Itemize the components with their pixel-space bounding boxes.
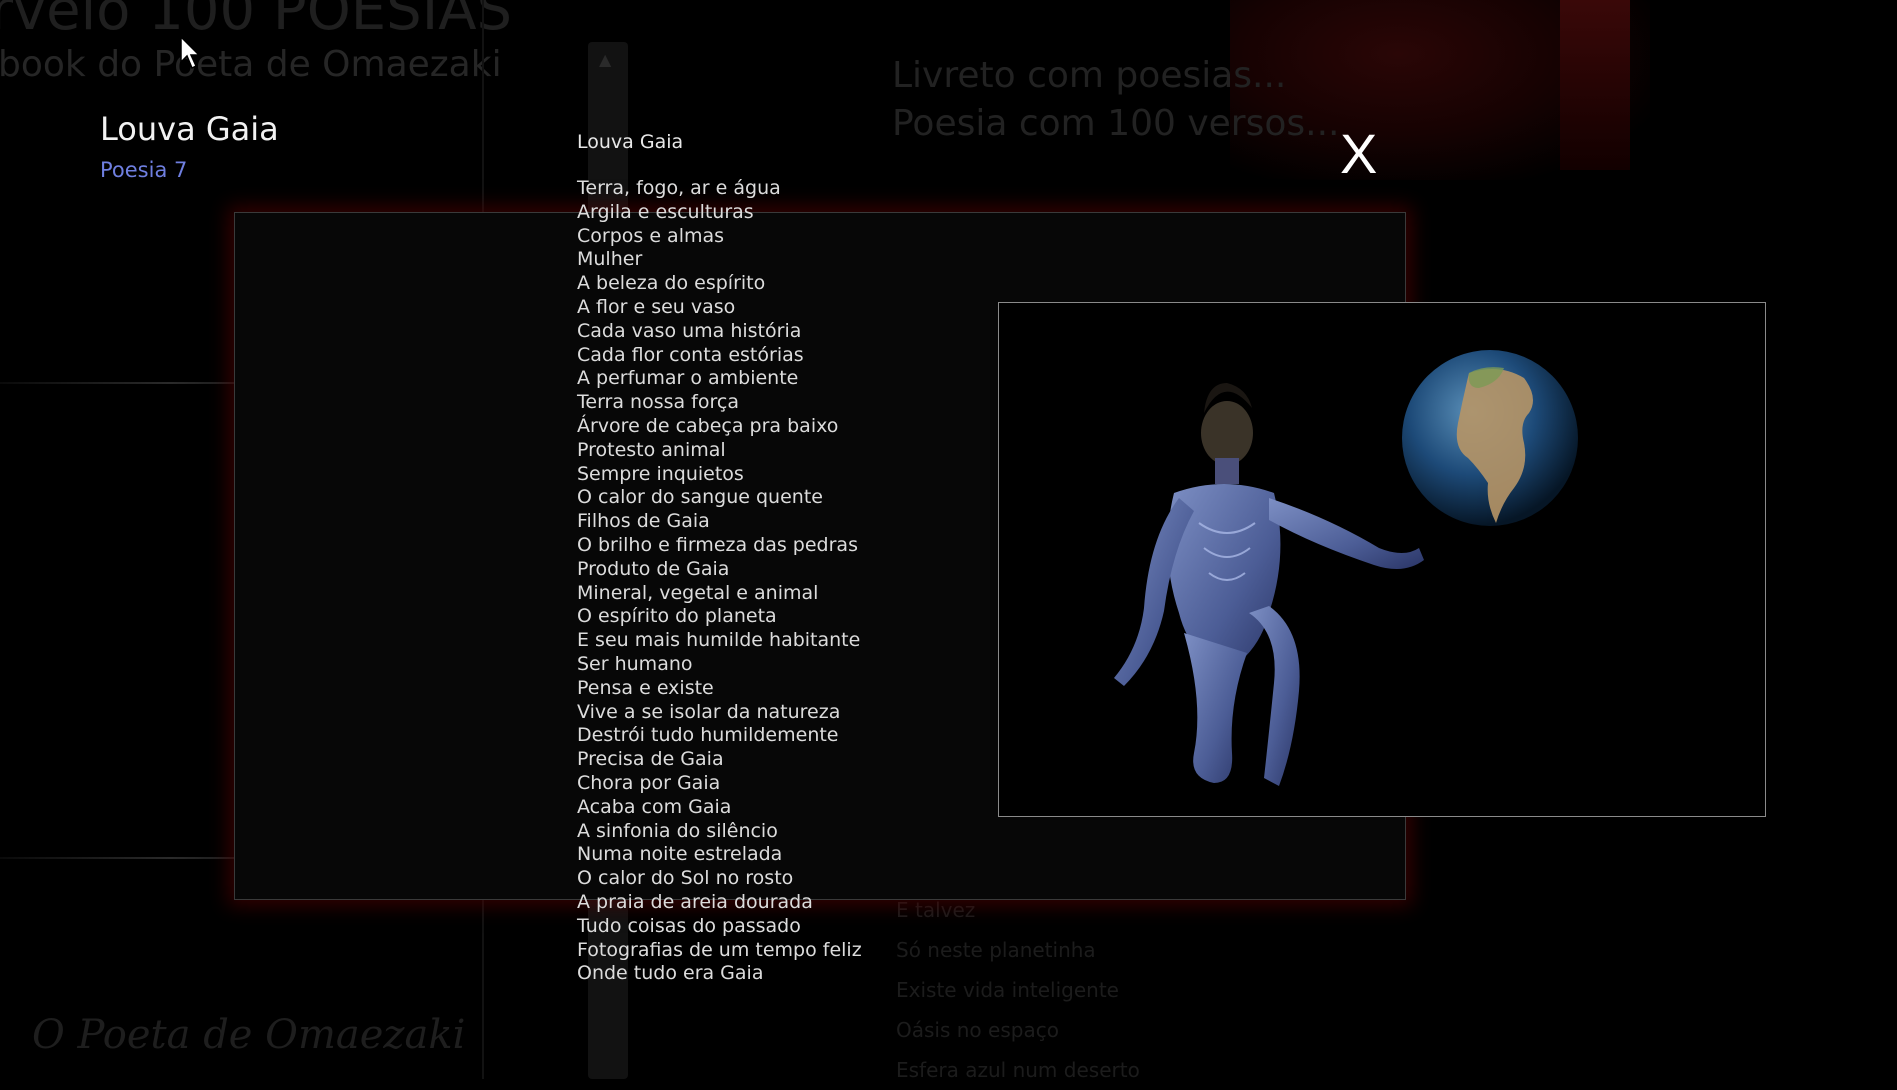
- poem-line: Mineral, vegetal e animal: [577, 581, 819, 604]
- poem-line: A sinfonia do silêncio: [577, 819, 778, 842]
- background-title: rvelo 100 POESIAS: [0, 0, 513, 43]
- poem-line: Numa noite estrelada: [577, 843, 783, 866]
- poem-text: Terra, fogo, ar e água Argila e escultur…: [577, 177, 862, 986]
- background-intro-line: Livreto com poesias...: [892, 55, 1287, 96]
- poem-line: Tudo coisas do passado: [577, 914, 801, 937]
- poem-line: Protesto animal: [577, 438, 726, 461]
- poem-line: Acaba com Gaia: [577, 795, 732, 818]
- poem-line: O calor do sangue quente: [577, 486, 823, 509]
- poem-line: Destrói tudo humildemente: [577, 724, 839, 747]
- poem-line: Precisa de Gaia: [577, 748, 724, 771]
- background-poem-list: E talvez Só neste planetinha Existe vida…: [896, 890, 1140, 1090]
- poem-line: Vive a se isolar da natureza: [577, 700, 841, 723]
- poem-line: O espírito do planeta: [577, 605, 777, 628]
- poem-line: Cada flor conta estórias: [577, 343, 804, 366]
- poem-line: Ser humano: [577, 652, 693, 675]
- poem-line: O brilho e firmeza das pedras: [577, 533, 858, 556]
- poem-line: Argila e esculturas: [577, 200, 754, 223]
- gaia-figure-image: [1114, 350, 1578, 786]
- poem-line: Terra, fogo, ar e água: [577, 177, 781, 199]
- background-intro: Livreto com poesias... Poesia com 100 ve…: [892, 52, 1339, 148]
- poem-line: Onde tudo era Gaia: [577, 962, 764, 985]
- background-poem-line: Existe vida inteligente: [896, 978, 1119, 1002]
- poem-line: Mulher: [577, 248, 643, 271]
- poem-line: A perfumar o ambiente: [577, 367, 799, 390]
- poem-illustration: [998, 302, 1766, 817]
- poem-line: Árvore de cabeça pra baixo: [577, 414, 839, 437]
- scroll-up-arrow-icon: ▲: [599, 50, 612, 69]
- close-button[interactable]: X: [1340, 126, 1377, 182]
- poem-line: A praia de areia dourada: [577, 890, 813, 913]
- background-art-accent: [1560, 0, 1630, 170]
- mouse-cursor-icon: [180, 35, 202, 74]
- background-poem-line: Esfera azul num deserto: [896, 1058, 1140, 1082]
- poem-line: Chora por Gaia: [577, 771, 721, 794]
- background-subtitle: book do Poeta de Omaezaki: [0, 44, 502, 85]
- background-quote: O Poeta de Omaezaki: [32, 1012, 466, 1058]
- poem-line: O calor do Sol no rosto: [577, 867, 794, 890]
- poem-line: Cada vaso uma história: [577, 319, 802, 342]
- poem-line: Pensa e existe: [577, 676, 714, 699]
- background-intro-line: Poesia com 100 versos...: [892, 103, 1340, 144]
- background-poem-line: Oásis no espaço: [896, 1018, 1059, 1042]
- poem-line: A flor e seu vaso: [577, 295, 736, 318]
- poem-line: Sempre inquietos: [577, 462, 744, 485]
- poem-number: Poesia 7: [100, 158, 188, 182]
- poem-title: Louva Gaia: [577, 131, 684, 153]
- poem-line: Fotografias de um tempo feliz: [577, 938, 862, 961]
- poem-line: A beleza do espírito: [577, 272, 766, 295]
- poem-line: Corpos e almas: [577, 224, 725, 247]
- poem-line: Produto de Gaia: [577, 557, 730, 580]
- poem-heading: Louva Gaia: [100, 110, 279, 148]
- background-poem-line: Só neste planetinha: [896, 938, 1096, 962]
- poem-line: Filhos de Gaia: [577, 510, 710, 533]
- poem-line: E seu mais humilde habitante: [577, 629, 861, 652]
- poem-line: Terra nossa força: [577, 391, 739, 414]
